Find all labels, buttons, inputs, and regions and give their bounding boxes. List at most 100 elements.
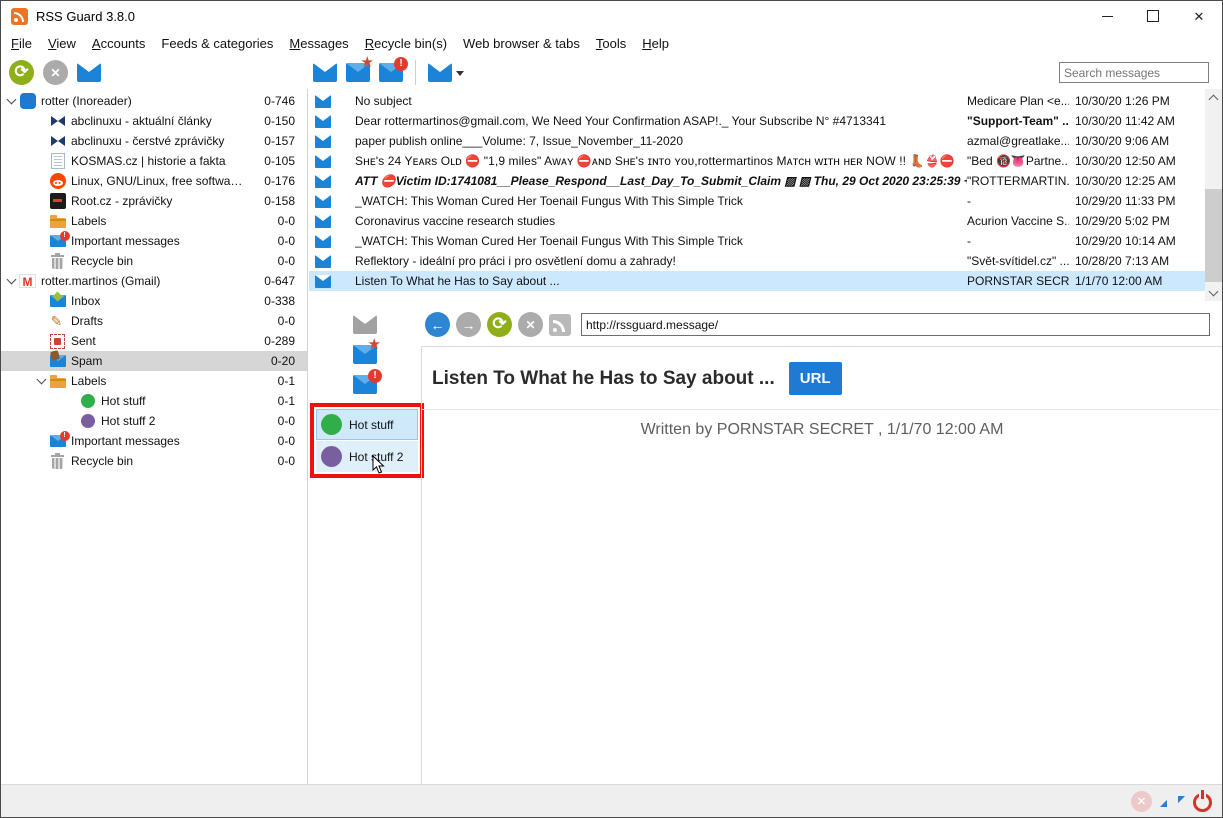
feed-label: Drafts	[71, 314, 245, 328]
feed-count: 0-0	[245, 254, 307, 268]
message-row[interactable]: No subject Medicare Plan <e... 10/30/20 …	[309, 91, 1205, 111]
toolbar-button[interactable]	[353, 315, 377, 334]
feed-row[interactable]: Important messages 0-0	[1, 231, 307, 251]
label-color-icon	[321, 414, 342, 435]
label-menu-item[interactable]: Hot stuff 2	[316, 441, 418, 472]
feed-label: Spam	[71, 354, 245, 368]
browser-nav-button[interactable]	[425, 312, 450, 337]
feed-icon	[50, 173, 66, 189]
scroll-down-icon[interactable]	[1205, 285, 1222, 301]
label-name: Hot stuff	[349, 418, 393, 432]
feed-count: 0-746	[245, 94, 307, 108]
feed-icon	[50, 133, 66, 149]
feed-row[interactable]: Linux, GNU/Linux, free software... 0-176	[1, 171, 307, 191]
menu-item[interactable]: Feeds & categories	[153, 33, 281, 54]
feed-row[interactable]: Hot stuff 0-1	[1, 391, 307, 411]
feed-icon-wrap	[49, 313, 66, 330]
feed-icon	[50, 313, 66, 329]
label-menu-item[interactable]: Hot stuff	[316, 409, 418, 440]
statusbar-button[interactable]	[1193, 793, 1212, 812]
feed-icon-wrap	[49, 333, 66, 350]
feed-row[interactable]: Recycle bin 0-0	[1, 251, 307, 271]
feed-row[interactable]: abclinuxu - aktuální články 0-150	[1, 111, 307, 131]
message-sender: "Support-Team" ...	[967, 114, 1069, 128]
menu-item[interactable]: Tools	[588, 33, 634, 54]
feed-row[interactable]: Drafts 0-0	[1, 311, 307, 331]
chevron-down-icon[interactable]	[3, 93, 19, 109]
mail-icon-cell	[309, 275, 355, 288]
close-button[interactable]: ✕	[1176, 1, 1222, 31]
feed-row[interactable]: Labels 0-0	[1, 211, 307, 231]
feed-row[interactable]: Sent 0-289	[1, 331, 307, 351]
message-row[interactable]: Listen To What he Has to Say about ... P…	[309, 271, 1205, 291]
message-row[interactable]: paper publish online___Volume: 7, Issue_…	[309, 131, 1205, 151]
feed-count: 0-176	[245, 174, 307, 188]
feed-row[interactable]: Inbox 0-338	[1, 291, 307, 311]
message-date: 10/29/20 11:33 PM	[1069, 194, 1205, 208]
toolbar-button[interactable]	[379, 63, 403, 82]
message-row[interactable]: Reflektory - ideální pro práci i pro osv…	[309, 251, 1205, 271]
browser-nav-button[interactable]	[456, 312, 481, 337]
statusbar-button[interactable]	[1163, 792, 1182, 811]
message-row[interactable]: ATT ⛔Victim ID:1741081__Please_Respond__…	[309, 171, 1205, 191]
feed-row[interactable]: Important messages 0-0	[1, 431, 307, 451]
feeds-sidebar: rotter (Inoreader) 0-746 abclinuxu - akt…	[1, 89, 308, 784]
toolbar-button[interactable]	[353, 345, 377, 364]
message-row[interactable]: Coronavirus vaccine research studies Acu…	[309, 211, 1205, 231]
toolbar-button[interactable]	[415, 60, 416, 85]
chevron-down-icon[interactable]	[3, 273, 19, 289]
feed-icon-wrap	[79, 393, 96, 410]
feed-row[interactable]: rotter (Inoreader) 0-746	[1, 91, 307, 111]
feed-row[interactable]: Recycle bin 0-0	[1, 451, 307, 471]
message-row[interactable]: Dear rottermartinos@gmail.com, We Need Y…	[309, 111, 1205, 131]
feed-row[interactable]: abclinuxu - čerstvé zprávičky 0-157	[1, 131, 307, 151]
feed-icon	[19, 274, 36, 288]
browser-nav-button[interactable]	[518, 312, 543, 337]
toolbar-button[interactable]	[353, 375, 377, 394]
toolbar-button[interactable]	[346, 63, 370, 82]
message-row[interactable]: _WATCH: This Woman Cured Her Toenail Fun…	[309, 231, 1205, 251]
message-subject: Sʜᴇ's 24 Yᴇᴀʀs Oʟᴅ ⛔ "1,9 miles" Aᴡᴀʏ ⛔ᴀ…	[355, 154, 967, 168]
search-input[interactable]	[1059, 62, 1209, 83]
feed-row[interactable]: Root.cz - zprávičky 0-158	[1, 191, 307, 211]
feed-row[interactable]: Spam 0-20	[1, 351, 307, 371]
menu-item[interactable]: Recycle bin(s)	[357, 33, 455, 54]
statusbar-button[interactable]	[1131, 791, 1152, 812]
message-list-scrollbar[interactable]	[1205, 89, 1222, 301]
browser-nav-button[interactable]	[549, 314, 571, 336]
mail-open-icon	[315, 115, 331, 128]
toolbar-button[interactable]	[313, 63, 337, 82]
url-input[interactable]	[581, 313, 1210, 336]
toolbar-button[interactable]	[428, 63, 452, 82]
menu-item[interactable]: View	[40, 33, 84, 54]
menu-item[interactable]: File	[3, 33, 40, 54]
message-row[interactable]: _WATCH: This Woman Cured Her Toenail Fun…	[309, 191, 1205, 211]
feed-row[interactable]: rotter.martinos (Gmail) 0-647	[1, 271, 307, 291]
toolbar-button[interactable]	[9, 60, 34, 85]
maximize-button[interactable]	[1130, 1, 1176, 31]
feed-count: 0-0	[245, 454, 307, 468]
feed-icon-wrap	[19, 93, 36, 110]
toolbar-button[interactable]	[43, 60, 68, 85]
toolbar-button[interactable]	[77, 63, 101, 82]
feed-row[interactable]: Hot stuff 2 0-0	[1, 411, 307, 431]
feed-row[interactable]: KOSMAS.cz | historie a fakta 0-105	[1, 151, 307, 171]
scroll-up-icon[interactable]	[1205, 89, 1222, 105]
message-date: 1/1/70 12:00 AM	[1069, 274, 1205, 288]
scrollbar-thumb[interactable]	[1205, 189, 1222, 282]
menu-item[interactable]: Accounts	[84, 33, 153, 54]
feed-count: 0-105	[245, 154, 307, 168]
menu-item[interactable]: Help	[634, 33, 677, 54]
feed-row[interactable]: Labels 0-1	[1, 371, 307, 391]
internal-browser: Listen To What he Has to Say about ... U…	[421, 303, 1222, 784]
browser-nav-button[interactable]	[487, 312, 512, 337]
menu-item[interactable]: Messages	[281, 33, 356, 54]
mail-icon-cell	[309, 115, 355, 128]
feed-icon-wrap	[49, 373, 66, 390]
article-url-button[interactable]: URL	[789, 362, 842, 395]
menu-item[interactable]: Web browser & tabs	[455, 33, 588, 54]
title-bar: RSS Guard 3.8.0 ✕	[1, 1, 1222, 31]
message-row[interactable]: Sʜᴇ's 24 Yᴇᴀʀs Oʟᴅ ⛔ "1,9 miles" Aᴡᴀʏ ⛔ᴀ…	[309, 151, 1205, 171]
chevron-down-icon[interactable]	[33, 373, 49, 389]
minimize-button[interactable]	[1084, 1, 1130, 31]
